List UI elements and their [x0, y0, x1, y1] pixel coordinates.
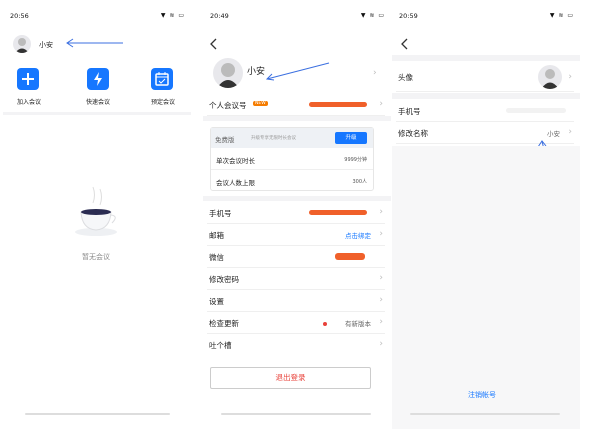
redacted-meeting-id — [309, 102, 367, 107]
schedule-meeting-label: 预定会议 — [151, 99, 176, 106]
avatar-image — [217, 63, 239, 88]
edit-profile-screen: 20:59 ▼ ≋ ▭ 头像 › 手机号 修改名称 小安 › 注销帐号 — [392, 0, 580, 429]
wechat-row[interactable]: 微信 — [207, 246, 385, 268]
avatar[interactable] — [13, 35, 31, 53]
home-screen: 20:56 ▼ ≋ ▭ 小安 加入会议 快速会议 预定会议 暂无会议 — [3, 0, 191, 429]
status-icons: ▼ ≋ ▭ — [360, 12, 385, 19]
rename-label: 修改名称 — [398, 129, 428, 138]
rename-value: 小安 — [547, 130, 560, 138]
home-indicator — [25, 413, 170, 415]
back-chevron-icon[interactable] — [209, 38, 219, 50]
avatar — [538, 65, 562, 89]
chevron-icon: › — [379, 317, 383, 327]
status-bar: 20:59 ▼ ≋ ▭ — [399, 12, 574, 22]
join-meeting-label: 加入会议 — [17, 99, 42, 106]
status-bar: 20:49 ▼ ≋ ▭ — [210, 12, 385, 22]
single-duration-label: 单次会议时长 — [216, 157, 255, 165]
empty-text: 暂无会议 — [82, 253, 110, 261]
meeting-id-label: 个人会议号 — [209, 101, 247, 110]
divider — [392, 55, 580, 61]
divider — [203, 116, 391, 121]
change-password-label: 修改密码 — [209, 275, 239, 284]
phone-label: 手机号 — [209, 209, 232, 218]
plan-card: 免费版 升级专享无限时长会议 升级 单次会议时长 9999分钟 会议人数上限 3… — [210, 127, 374, 191]
redacted-phone — [506, 108, 566, 113]
phone-row[interactable]: 手机号 › — [207, 202, 385, 224]
plan-header: 免费版 升级专享无限时长会议 升级 — [211, 128, 373, 148]
lightning-icon — [94, 72, 102, 86]
profile-screen: 20:49 ▼ ≋ ▭ 小安 › 个人会议号 NEW › 免费版 升级专享无限时… — [203, 0, 391, 429]
annotation-arrow — [265, 62, 330, 81]
avatar-image — [15, 38, 29, 53]
logout-button[interactable]: 退出登录 — [210, 367, 371, 389]
join-meeting-button[interactable] — [17, 68, 39, 90]
status-icons: ▼ ≋ ▭ — [549, 12, 574, 19]
chevron-icon: › — [568, 127, 572, 137]
home-indicator — [410, 413, 560, 415]
avatar-row[interactable]: 头像 › — [396, 62, 574, 92]
check-update-label: 检查更新 — [209, 319, 239, 328]
settings-row[interactable]: 设置 › — [207, 290, 385, 312]
avatar-image — [541, 69, 559, 89]
phone-label: 手机号 — [398, 107, 421, 116]
plan-hint: 升级专享无限时长会议 — [251, 136, 296, 141]
plan-tag: 免费版 — [215, 136, 235, 144]
redacted-phone — [309, 210, 367, 215]
change-password-row[interactable]: 修改密码 › — [207, 268, 385, 290]
plus-icon — [22, 73, 34, 85]
status-time: 20:49 — [210, 12, 229, 20]
feedback-row[interactable]: 吐个槽 › — [207, 334, 385, 356]
home-indicator — [221, 413, 371, 415]
redacted-wechat — [335, 253, 365, 260]
upgrade-button[interactable]: 升级 — [335, 132, 367, 144]
settings-label: 设置 — [209, 297, 224, 306]
back-chevron-icon[interactable] — [400, 38, 410, 50]
feedback-label: 吐个槽 — [209, 341, 232, 350]
single-duration-value: 9999分钟 — [344, 157, 367, 163]
email-row[interactable]: 邮箱 点击绑定 › — [207, 224, 385, 246]
avatar-label: 头像 — [398, 73, 413, 82]
username[interactable]: 小安 — [39, 40, 53, 50]
max-people-row: 会议人数上限 300人 — [211, 171, 373, 191]
chevron-icon: › — [379, 273, 383, 283]
chevron-icon: › — [379, 339, 383, 349]
check-update-row[interactable]: 检查更新 有新版本 › — [207, 312, 385, 334]
new-version-text: 有新版本 — [345, 320, 371, 328]
status-icons: ▼ ≋ ▭ — [160, 12, 185, 19]
meeting-id-row[interactable]: 个人会议号 NEW › — [207, 94, 385, 116]
chevron-icon: › — [379, 207, 383, 217]
content-background — [392, 146, 580, 429]
single-duration-row: 单次会议时长 9999分钟 — [211, 149, 373, 170]
quick-meeting-label: 快速会议 — [86, 99, 111, 106]
chevron-icon: › — [379, 99, 383, 109]
schedule-meeting-button[interactable] — [151, 68, 173, 90]
max-people-label: 会议人数上限 — [216, 179, 255, 187]
annotation-arrow — [66, 38, 123, 48]
max-people-value: 300人 — [352, 179, 367, 185]
calendar-icon — [155, 72, 169, 86]
divider — [3, 112, 191, 115]
divider — [203, 196, 391, 201]
phone-row: 手机号 — [396, 100, 574, 122]
status-bar: 20:56 ▼ ≋ ▭ — [10, 12, 185, 22]
divider — [392, 93, 580, 99]
update-dot-icon — [323, 322, 327, 326]
email-label: 邮箱 — [209, 231, 224, 240]
email-bind-link[interactable]: 点击绑定 — [345, 230, 371, 240]
avatar[interactable] — [213, 58, 243, 88]
quick-meeting-button[interactable] — [87, 68, 109, 90]
chevron-icon: › — [379, 295, 383, 305]
chevron-icon: › — [379, 229, 383, 239]
chevron-icon: › — [568, 72, 572, 82]
status-time: 20:59 — [399, 12, 418, 20]
status-time: 20:56 — [10, 12, 29, 20]
empty-cup-icon — [75, 186, 117, 236]
profile-chevron-icon[interactable]: › — [373, 68, 377, 78]
new-badge: NEW — [253, 101, 268, 106]
delete-account-link[interactable]: 注销帐号 — [468, 390, 496, 400]
wechat-label: 微信 — [209, 253, 224, 262]
